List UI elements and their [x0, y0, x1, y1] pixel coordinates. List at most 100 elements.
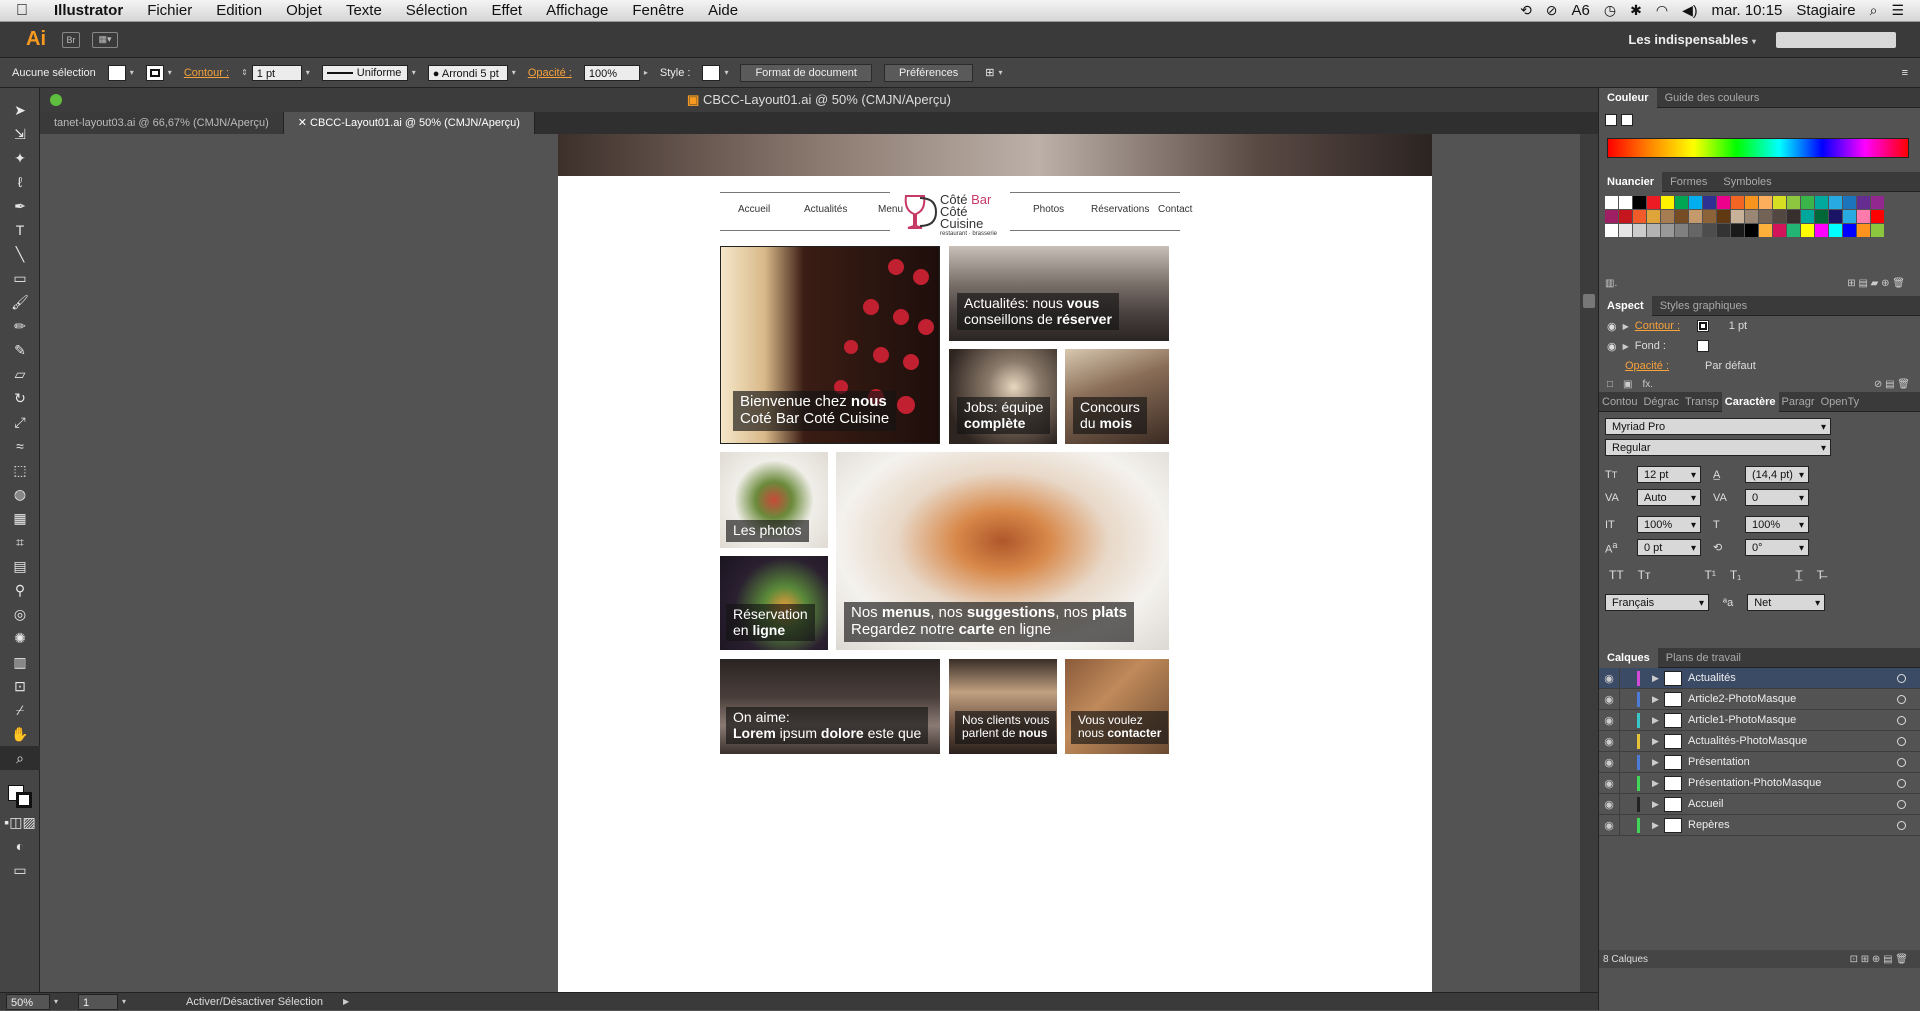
layer-visibility-eye-icon[interactable]: ◉: [1599, 777, 1619, 790]
menu-texte[interactable]: Texte: [346, 2, 382, 19]
warp-tool-icon[interactable]: ≈: [0, 434, 40, 458]
paintbrush-tool-icon[interactable]: 🖌: [0, 290, 40, 314]
layer-expand-icon[interactable]: ▶: [1652, 799, 1664, 810]
no-entry-icon[interactable]: ⊘: [1546, 2, 1558, 19]
swatch-1[interactable]: [1619, 196, 1632, 209]
stroke-label[interactable]: Contour :: [184, 67, 229, 79]
layer-row[interactable]: ◉ ▶ Actualités-PhotoMasque: [1599, 730, 1920, 752]
swatch-41[interactable]: [1619, 224, 1632, 237]
layer-target-icon[interactable]: [1897, 736, 1906, 746]
tab-caractere[interactable]: Caractère: [1721, 391, 1779, 412]
none-swatch-icon[interactable]: [1605, 114, 1617, 126]
help-search-input[interactable]: [1776, 31, 1896, 48]
bridge-button[interactable]: Br: [62, 31, 80, 48]
swatch-3[interactable]: [1647, 196, 1660, 209]
color-spectrum[interactable]: [1607, 138, 1909, 158]
lasso-tool-icon[interactable]: ℓ: [0, 170, 40, 194]
layer-visibility-eye-icon[interactable]: ◉: [1599, 693, 1619, 706]
tile-contact[interactable]: Vous voulez nous contacter: [1065, 659, 1169, 754]
opacity-dropdown[interactable]: ▸: [644, 68, 648, 77]
tab-calques[interactable]: Calques: [1599, 647, 1658, 668]
swatch-11[interactable]: [1759, 196, 1772, 209]
swatch-45[interactable]: [1675, 224, 1688, 237]
clock[interactable]: mar. 10:15: [1712, 2, 1783, 19]
layer-lock-toggle[interactable]: [1619, 772, 1633, 794]
layer-visibility-eye-icon[interactable]: ◉: [1599, 756, 1619, 769]
vertical-scrollbar[interactable]: [1580, 134, 1598, 992]
swatch-13[interactable]: [1787, 196, 1800, 209]
swatch-21[interactable]: [1619, 210, 1632, 223]
nav-reservations[interactable]: Réservations: [1091, 204, 1149, 215]
layer-row[interactable]: ◉ ▶ Présentation-PhotoMasque: [1599, 772, 1920, 794]
nav-photos[interactable]: Photos: [1033, 204, 1064, 215]
menu-effet[interactable]: Effet: [492, 2, 523, 19]
eraser-tool-icon[interactable]: ▱: [0, 362, 40, 386]
brush-select[interactable]: ● Arrondi 5 pt: [427, 64, 508, 81]
stroke-dropdown-icon[interactable]: ▾: [168, 68, 172, 77]
apple-icon[interactable]: : [16, 2, 38, 20]
tile-jobs[interactable]: Jobs: équipe complète: [949, 349, 1057, 444]
tab-paragraphe[interactable]: Paragr: [1779, 392, 1818, 412]
tab-degrade[interactable]: Dégrac: [1640, 392, 1681, 412]
zoom-field[interactable]: 50%: [6, 993, 50, 1010]
stroke-stepper[interactable]: ⇕: [241, 68, 248, 77]
baseline-shift-field[interactable]: 0 pt: [1637, 539, 1701, 557]
swatch-28[interactable]: [1717, 210, 1730, 223]
swatch-31[interactable]: [1759, 210, 1772, 223]
tile-bienvenue[interactable]: Bienvenue chez nous Coté Bar Coté Cuisin…: [720, 246, 940, 444]
layer-visibility-eye-icon[interactable]: ◉: [1599, 672, 1619, 685]
layer-name[interactable]: Accueil: [1688, 798, 1723, 810]
arrange-documents-icon[interactable]: ▦▾: [92, 31, 118, 48]
bluetooth-icon[interactable]: ✱: [1630, 2, 1642, 19]
underline-icon[interactable]: T̲: [1795, 568, 1802, 582]
layer-lock-toggle[interactable]: [1619, 814, 1633, 836]
swatch-17[interactable]: [1843, 196, 1856, 209]
aspect-contour-label[interactable]: Contour :: [1635, 320, 1691, 332]
tab-nuancier[interactable]: Nuancier: [1599, 171, 1663, 192]
visibility-eye-icon[interactable]: ◉: [1607, 340, 1617, 353]
menu-selection[interactable]: Sélection: [406, 2, 468, 19]
fill-stroke-swatches[interactable]: [0, 776, 40, 810]
tab-opentype[interactable]: OpenTy: [1818, 392, 1863, 412]
layer-lock-toggle[interactable]: [1619, 667, 1633, 689]
preferences-button[interactable]: Préférences: [883, 63, 974, 82]
aspect-stroke-swatch[interactable]: [1696, 320, 1709, 332]
swatch-5[interactable]: [1675, 196, 1688, 209]
swatch-26[interactable]: [1689, 210, 1702, 223]
swatch-8[interactable]: [1717, 196, 1730, 209]
scale-tool-icon[interactable]: ⤢: [0, 410, 40, 434]
artboard[interactable]: Accueil Actualités Menu Photos Réservati…: [558, 134, 1432, 992]
spotlight-icon[interactable]: ⌕: [1870, 2, 1878, 19]
blob-brush-tool-icon[interactable]: ✎: [0, 338, 40, 362]
tile-menus[interactable]: Nos menus, nos suggestions, nos plats Re…: [836, 452, 1169, 650]
tile-clients[interactable]: Nos clients vous parlent de nous: [949, 659, 1057, 754]
swatch-49[interactable]: [1731, 224, 1744, 237]
clear-appearance-icon[interactable]: ⊘ ▤ 🗑: [1874, 379, 1910, 390]
swatch-56[interactable]: [1829, 224, 1842, 237]
swatch-36[interactable]: [1829, 210, 1842, 223]
layer-name[interactable]: Actualités-PhotoMasque: [1688, 735, 1807, 747]
all-caps-icon[interactable]: TT: [1609, 568, 1624, 582]
swatch-actions-icons[interactable]: ⊞ ▤ ▰ ⊕ 🗑: [1847, 278, 1905, 289]
nav-contact[interactable]: Contact: [1158, 204, 1192, 215]
swatch-33[interactable]: [1787, 210, 1800, 223]
layer-row[interactable]: ◉ ▶ Présentation: [1599, 751, 1920, 773]
layer-target-icon[interactable]: [1897, 673, 1906, 683]
swatch-48[interactable]: [1717, 224, 1730, 237]
layer-target-icon[interactable]: [1897, 715, 1906, 725]
menu-fenetre[interactable]: Fenêtre: [632, 2, 684, 19]
layer-name[interactable]: Repères: [1688, 819, 1730, 831]
visibility-eye-icon[interactable]: ◉: [1607, 320, 1617, 333]
swatch-19[interactable]: [1871, 196, 1884, 209]
swatch-24[interactable]: [1661, 210, 1674, 223]
adobe-icon[interactable]: A6: [1572, 2, 1590, 19]
opacity-field[interactable]: 100%: [583, 64, 640, 81]
layer-row[interactable]: ◉ ▶ Actualités: [1599, 667, 1920, 689]
swatch-25[interactable]: [1675, 210, 1688, 223]
white-swatch[interactable]: [1621, 114, 1633, 126]
swatch-30[interactable]: [1745, 210, 1758, 223]
selection-tool-icon[interactable]: ➤: [0, 98, 40, 122]
swatch-4[interactable]: [1661, 196, 1674, 209]
layer-visibility-eye-icon[interactable]: ◉: [1599, 798, 1619, 811]
tracking-field[interactable]: 0: [1745, 489, 1809, 507]
